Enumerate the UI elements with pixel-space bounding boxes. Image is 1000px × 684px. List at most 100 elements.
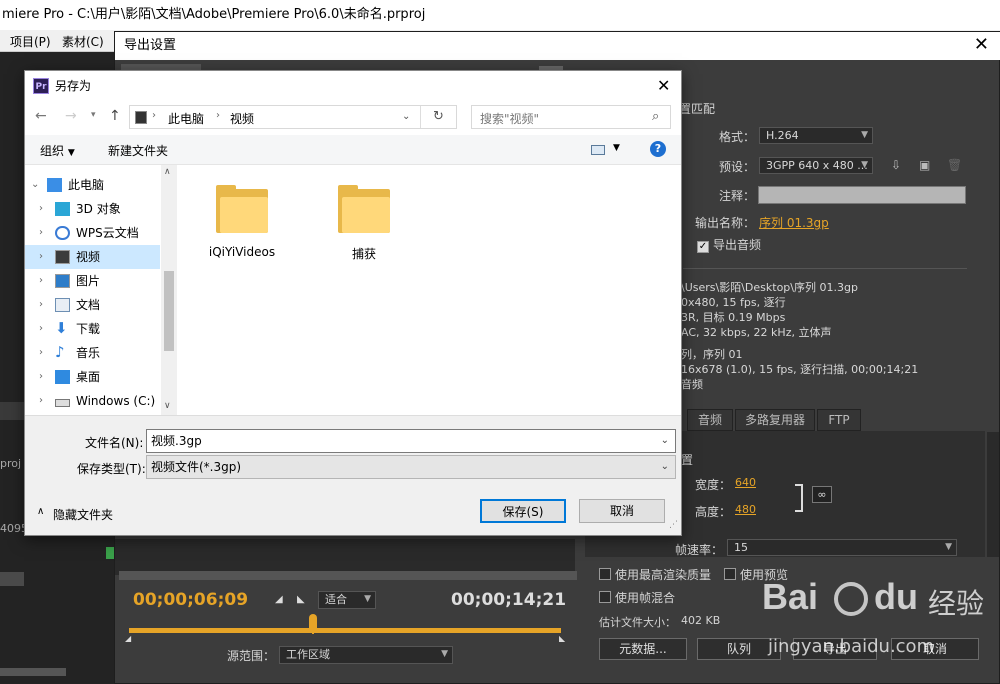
framerate-value: 15 bbox=[734, 541, 748, 554]
save-preset-icon[interactable]: ⇩ bbox=[891, 158, 901, 172]
chevron-down-icon: ▼ bbox=[861, 130, 868, 140]
save-dialog-footer: 文件名(N): 视频.3gp ⌄ 保存类型(T): 视频文件(*.3gp) ⌄ ∧ … bbox=[25, 415, 681, 535]
tab-ftp[interactable]: FTP bbox=[817, 409, 861, 431]
search-box[interactable]: 搜索"视频" ⌕ bbox=[471, 105, 671, 129]
filetype-select[interactable]: 视频文件(*.3gp) ⌄ bbox=[146, 455, 676, 479]
max-quality-checkbox[interactable] bbox=[599, 568, 611, 583]
folder-label[interactable]: 捕获 bbox=[314, 245, 414, 262]
set-in-point-icon[interactable]: ◢ bbox=[275, 594, 283, 605]
recent-chevron-icon[interactable]: ▾ bbox=[91, 110, 96, 120]
use-preview-checkbox[interactable] bbox=[724, 568, 736, 583]
filename-value: 视频.3gp bbox=[151, 434, 202, 448]
format-dropdown[interactable]: H.264 ▼ bbox=[759, 127, 873, 144]
tree-item-label: 3D 对象 bbox=[76, 202, 121, 216]
import-preset-icon[interactable]: ▣ bbox=[919, 158, 930, 172]
chevron-down-icon: ▼ bbox=[945, 542, 952, 552]
tree-item-this-pc[interactable]: ⌄ 此电脑 bbox=[25, 173, 160, 197]
width-value[interactable]: 640 bbox=[735, 476, 756, 489]
set-out-point-icon[interactable]: ◣ bbox=[297, 594, 305, 605]
forward-arrow-icon[interactable]: → bbox=[65, 108, 77, 124]
menu-project[interactable]: 项目(P) bbox=[10, 33, 51, 50]
output-name-label: 输出名称： bbox=[695, 216, 756, 230]
up-arrow-icon[interactable]: ↑ bbox=[109, 108, 121, 124]
tree-item-wps-cloud[interactable]: › WPS云文档 bbox=[25, 221, 160, 245]
breadcrumb-separator-icon: › bbox=[216, 110, 220, 121]
filetype-value: 视频文件(*.3gp) bbox=[151, 460, 242, 474]
frame-blend-label: 使用帧混合 bbox=[615, 591, 676, 605]
output-name-link[interactable]: 序列 01.3gp bbox=[759, 214, 829, 231]
work-area-bar[interactable] bbox=[129, 628, 561, 633]
scroll-thumb[interactable] bbox=[164, 271, 174, 351]
export-close-button[interactable]: ✕ bbox=[974, 34, 989, 56]
notes-input[interactable] bbox=[758, 186, 966, 204]
metadata-button[interactable]: 元数据... bbox=[599, 638, 687, 660]
delete-preset-icon[interactable]: 🗑 bbox=[947, 158, 962, 172]
address-bar[interactable]: › 此电脑 › 视频 ⌄ ↻ bbox=[129, 105, 457, 129]
fit-dropdown[interactable]: 适合 ▼ bbox=[318, 591, 376, 609]
tree-scrollbar[interactable]: ∧ ∨ bbox=[161, 165, 177, 415]
tree-item-desktop[interactable]: › 桌面 bbox=[25, 365, 160, 389]
chevron-up-icon[interactable]: ∧ bbox=[37, 506, 44, 517]
search-input[interactable]: 搜索"视频" bbox=[480, 110, 539, 127]
new-folder-button[interactable]: 新建文件夹 bbox=[108, 142, 168, 159]
hide-folders-toggle[interactable]: 隐藏文件夹 bbox=[53, 506, 113, 523]
source-range-dropdown[interactable]: 工作区域 ▼ bbox=[279, 646, 453, 664]
notes-label: 注释： bbox=[719, 189, 756, 203]
chain-link-icon[interactable]: ∞ bbox=[812, 486, 832, 503]
tree-item-videos[interactable]: › 视频 bbox=[25, 245, 160, 269]
save-dialog-title-bar: Pr 另存为 ✕ bbox=[25, 71, 681, 101]
chevron-right-icon: › bbox=[39, 203, 43, 214]
tree-item-pictures[interactable]: › 图片 bbox=[25, 269, 160, 293]
settings-scrollbar[interactable] bbox=[987, 432, 999, 557]
premiere-title-bar: miere Pro - C:\用户\影陌\文档\Adobe\Premiere P… bbox=[0, 0, 1000, 30]
in-marker-icon[interactable]: ◢ bbox=[125, 634, 131, 643]
breadcrumb-videos[interactable]: 视频 bbox=[230, 110, 254, 127]
save-cancel-button[interactable]: 取消 bbox=[579, 499, 665, 523]
frame-blend-checkbox[interactable] bbox=[599, 591, 611, 606]
tree-item-documents[interactable]: › 文档 bbox=[25, 293, 160, 317]
picture-icon bbox=[55, 274, 70, 288]
framerate-label: 帧速率： bbox=[675, 543, 724, 557]
folder-icon[interactable] bbox=[338, 185, 390, 233]
view-options-icon[interactable] bbox=[591, 145, 605, 155]
link-bracket bbox=[795, 484, 803, 512]
chevron-down-icon[interactable]: ▼ bbox=[613, 143, 620, 153]
cloud-icon bbox=[55, 226, 70, 240]
out-marker-icon[interactable]: ◣ bbox=[559, 634, 565, 643]
search-icon[interactable]: ⌕ bbox=[652, 109, 659, 124]
filename-input[interactable]: 视频.3gp ⌄ bbox=[146, 429, 676, 453]
organize-label: 组织 bbox=[40, 144, 65, 158]
export-audio-checkbox[interactable]: ✓ bbox=[697, 238, 709, 253]
folder-icon[interactable] bbox=[216, 185, 268, 233]
scroll-down-icon[interactable]: ∨ bbox=[164, 401, 171, 411]
framerate-dropdown[interactable]: 15 ▼ bbox=[727, 539, 957, 556]
tree-item-downloads[interactable]: › ⬇ 下载 bbox=[25, 317, 160, 341]
folder-label[interactable]: iQiYiVideos bbox=[192, 245, 292, 259]
preset-dropdown[interactable]: 3GPP 640 x 480 ... ▼ bbox=[759, 157, 873, 174]
tree-item-windows-c[interactable]: › Windows (C:) bbox=[25, 389, 160, 413]
breadcrumb-this-pc[interactable]: 此电脑 bbox=[168, 110, 204, 127]
refresh-icon[interactable]: ↻ bbox=[433, 109, 444, 124]
address-dropdown-icon[interactable]: ⌄ bbox=[402, 111, 410, 122]
height-value[interactable]: 480 bbox=[735, 503, 756, 516]
est-size-value: 402 KB bbox=[681, 614, 721, 627]
save-close-button[interactable]: ✕ bbox=[657, 71, 670, 101]
track-marker bbox=[106, 547, 114, 559]
baidu-logo-text-2: du bbox=[874, 576, 918, 617]
menu-clip[interactable]: 素材(C) bbox=[62, 33, 104, 50]
save-button[interactable]: 保存(S) bbox=[480, 499, 566, 523]
organize-menu[interactable]: 组织 ▼ bbox=[40, 142, 75, 159]
preview-scrollbar[interactable] bbox=[119, 571, 577, 580]
tab-audio[interactable]: 音频 bbox=[687, 409, 733, 431]
tree-item-3d-objects[interactable]: › 3D 对象 bbox=[25, 197, 160, 221]
resize-grip-icon[interactable]: ⋰ bbox=[669, 520, 678, 530]
tab-multiplexer[interactable]: 多路复用器 bbox=[735, 409, 815, 431]
left-scrollbar[interactable] bbox=[0, 668, 66, 676]
scroll-up-icon[interactable]: ∧ bbox=[164, 167, 171, 177]
chevron-down-icon[interactable]: ⌄ bbox=[661, 430, 669, 452]
back-arrow-icon[interactable]: ← bbox=[35, 108, 47, 124]
breadcrumb-separator-icon: › bbox=[152, 110, 156, 121]
help-icon[interactable]: ? bbox=[650, 141, 666, 157]
current-timecode[interactable]: 00;00;06;09 bbox=[133, 590, 248, 610]
tree-item-music[interactable]: › ♪ 音乐 bbox=[25, 341, 160, 365]
